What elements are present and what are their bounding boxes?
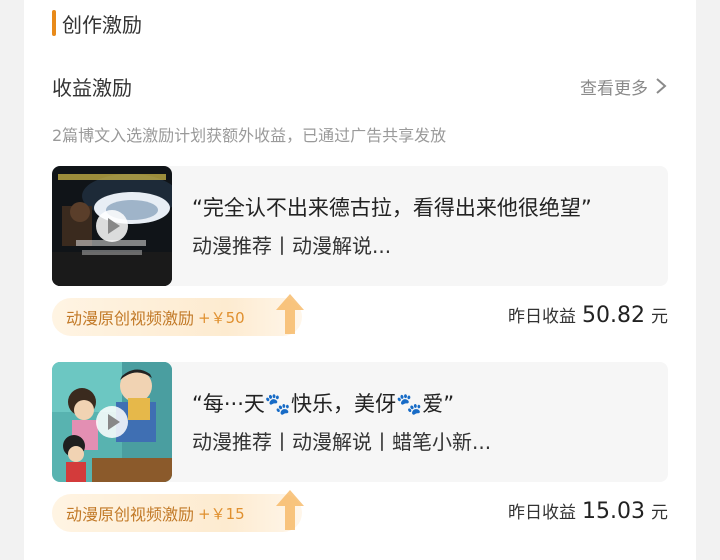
yesterday-earnings: 昨日收益 50.82 元 [508,302,668,328]
video-item[interactable]: “每···天🐾快乐，美伢🐾爱” 动漫推荐丨动漫解说丨蜡笔小新... [52,362,668,482]
yesterday-earnings: 昨日收益 15.03 元 [508,498,668,524]
reward-label: 动漫原创视频激励 [66,309,195,328]
video-thumbnail[interactable] [52,362,172,482]
income-description: 2篇博文入选激励计划获额外收益，已通过广告共享发放 [52,126,447,145]
reward-amount: +￥15 [198,504,245,523]
section-title: 创作激励 [62,12,142,37]
reward-amount: +￥50 [198,308,245,327]
income-title: 收益激励 [52,75,132,100]
income-header: 收益激励 查看更多 [52,70,668,102]
up-arrow-icon [276,294,304,334]
video-tags: 动漫推荐丨动漫解说... [192,234,392,258]
up-arrow-icon [276,490,304,530]
reward-row: 动漫原创视频激励 +￥50 昨日收益 50.82 元 [52,294,668,340]
creator-incentive-card: 创作激励 收益激励 查看更多 2篇博文入选激励计划获额外收益，已通过广告共享发放 [24,0,696,560]
video-tags: 动漫推荐丨动漫解说丨蜡笔小新... [192,430,492,454]
play-icon[interactable] [96,210,128,242]
reward-row: 动漫原创视频激励 +￥15 昨日收益 15.03 元 [52,490,668,536]
accent-bar [52,10,56,36]
yesterday-label: 昨日收益 [508,503,577,523]
yesterday-value: 15.03 [582,499,645,524]
yesterday-value: 50.82 [582,303,645,328]
yesterday-unit: 元 [651,503,668,523]
yesterday-unit: 元 [651,307,668,327]
chevron-right-icon [656,78,667,94]
view-more-label: 查看更多 [580,78,648,99]
video-title[interactable]: “完全认不出来德古拉，看得出来他很绝望” [192,192,662,222]
section-header: 创作激励 [52,8,142,38]
yesterday-label: 昨日收益 [508,307,577,327]
play-icon[interactable] [96,406,128,438]
reward-badge: 动漫原创视频激励 +￥50 [52,298,302,336]
video-item[interactable]: “完全认不出来德古拉，看得出来他很绝望” 动漫推荐丨动漫解说... [52,166,668,286]
view-more-link[interactable]: 查看更多 [580,74,668,99]
reward-label: 动漫原创视频激励 [66,505,195,524]
reward-badge: 动漫原创视频激励 +￥15 [52,494,302,532]
video-title[interactable]: “每···天🐾快乐，美伢🐾爱” [192,388,662,418]
video-thumbnail[interactable] [52,166,172,286]
